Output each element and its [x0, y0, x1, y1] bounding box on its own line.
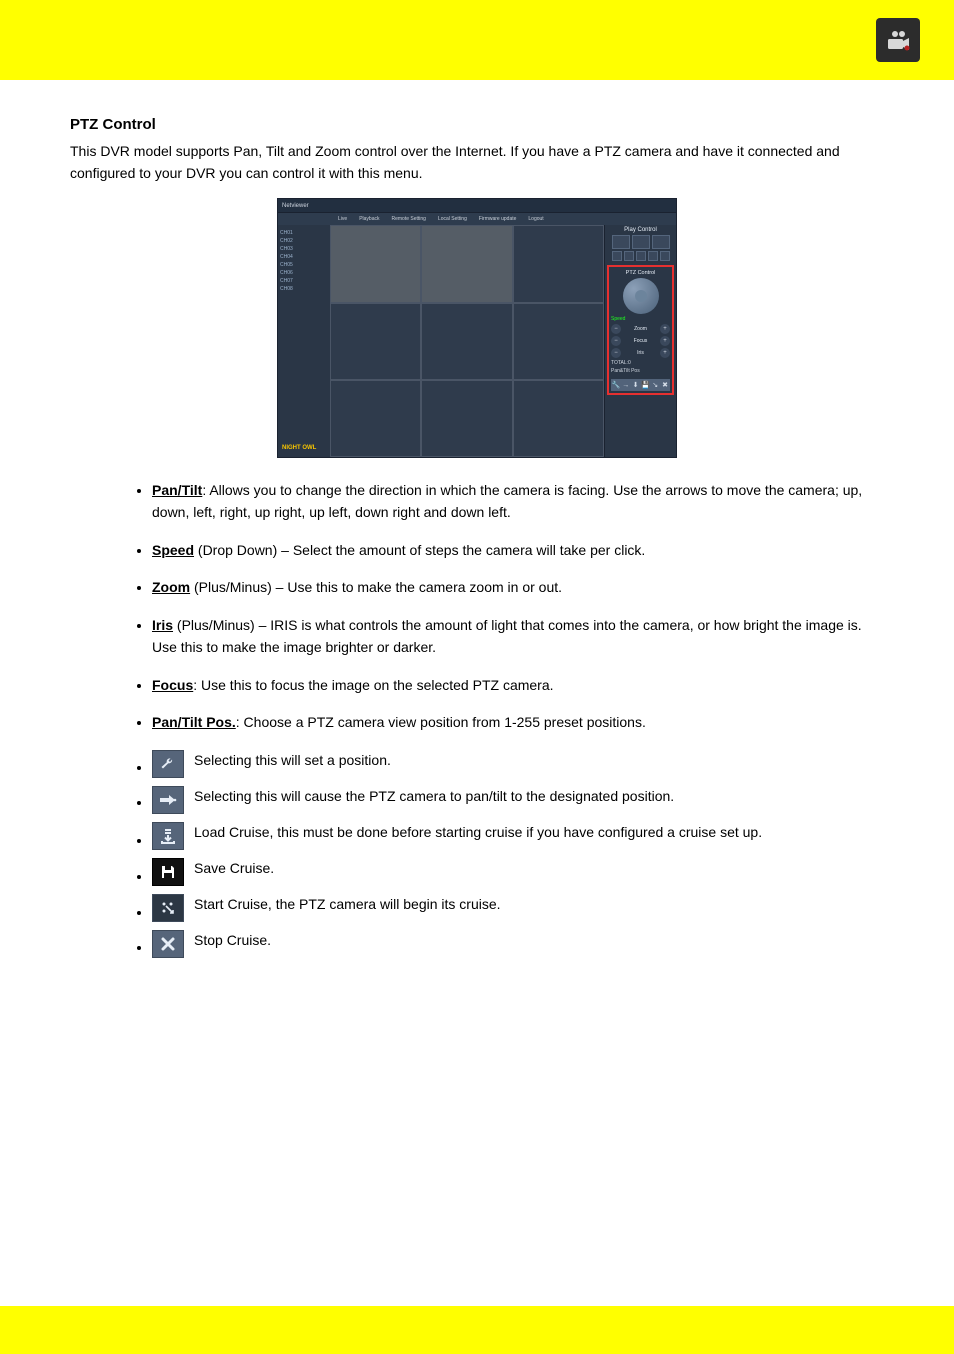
grid-cell	[513, 225, 604, 302]
section-paragraph: This DVR model supports Pan, Tilt and Zo…	[70, 141, 884, 184]
load-icon	[152, 822, 184, 850]
menu-local: Local Setting	[438, 216, 467, 222]
grid-cell	[330, 225, 421, 302]
icon-desc: Stop Cruise.	[194, 930, 884, 951]
icon-desc: Selecting this will set a position.	[194, 750, 884, 771]
ptz-control-highlight: PTZ Control Speed − Zoom + − Focus +	[607, 265, 674, 395]
play-buttons	[607, 235, 674, 249]
record-btn	[652, 235, 670, 249]
term-iris: Iris	[152, 617, 173, 633]
list-item: Start Cruise, the PTZ camera will begin …	[152, 894, 884, 922]
stop-cruise-icon: ✖	[660, 379, 670, 391]
menu-firmware: Firmware update	[479, 216, 517, 222]
start-cruise-icon: ↘	[650, 379, 660, 391]
feature-list: Pan/Tilt: Allows you to change the direc…	[70, 480, 884, 734]
icon-legend-list: Selecting this will set a position. Sele…	[70, 750, 884, 958]
list-item: Selecting this will cause the PTZ camera…	[152, 786, 884, 814]
goto-icon	[152, 786, 184, 814]
camera-grid	[330, 225, 604, 457]
wrench-icon	[152, 750, 184, 778]
play-control-label: Play Control	[607, 227, 674, 233]
ptz-btm-icons: 🔧 → ⬇ 💾 ↘ ✖	[611, 379, 670, 391]
top-banner	[0, 0, 954, 80]
list-item: Save Cruise.	[152, 858, 884, 886]
icon-desc: Load Cruise, this must be done before st…	[194, 822, 884, 843]
bottom-banner	[0, 1306, 954, 1354]
plus-icon: +	[660, 348, 670, 358]
menu-bar: Live Playback Remote Setting Local Setti…	[278, 213, 676, 225]
play-btn	[612, 235, 630, 249]
list-item: Focus: Use this to focus the image on th…	[152, 675, 884, 697]
night-owl-logo: NIGHT OWL	[282, 445, 316, 451]
menu-live: Live	[338, 216, 347, 222]
grid-cell	[513, 380, 604, 457]
right-panel: Play Control PTZ Control	[604, 225, 676, 457]
term-zoom: Zoom	[152, 579, 190, 595]
plus-icon: +	[660, 336, 670, 346]
list-item: Load Cruise, this must be done before st…	[152, 822, 884, 850]
snapshot-btn	[632, 235, 650, 249]
minus-icon: −	[611, 324, 621, 334]
grid-cell	[421, 380, 512, 457]
total-label: TOTAL:0	[611, 360, 670, 366]
wrench-icon: 🔧	[611, 379, 621, 391]
icon-desc: Selecting this will cause the PTZ camera…	[194, 786, 884, 807]
zoom-row: − Zoom +	[611, 324, 670, 334]
list-item: Pan/Tilt Pos.: Choose a PTZ camera view …	[152, 712, 884, 734]
grid-cell	[330, 380, 421, 457]
ptz-direction-pad	[623, 278, 659, 314]
plus-icon: +	[660, 324, 670, 334]
goto-icon: →	[621, 379, 631, 391]
term-pan-tilt: Pan/Tilt	[152, 482, 202, 498]
list-item: Iris (Plus/Minus) – IRIS is what control…	[152, 615, 884, 658]
window-title: Netviewer	[278, 199, 676, 213]
list-item: Pan/Tilt: Allows you to change the direc…	[152, 480, 884, 523]
icon-desc: Start Cruise, the PTZ camera will begin …	[194, 894, 884, 915]
list-item: Stop Cruise.	[152, 930, 884, 958]
start-cruise-icon	[152, 894, 184, 922]
grid-cell	[421, 225, 512, 302]
minus-icon: −	[611, 348, 621, 358]
menu-logout: Logout	[528, 216, 543, 222]
term-speed: Speed	[152, 542, 194, 558]
save-icon: 💾	[640, 379, 650, 391]
load-icon: ⬇	[631, 379, 641, 391]
view-buttons	[607, 251, 674, 261]
netviewer-screenshot: Netviewer Live Playback Remote Setting L…	[277, 198, 677, 458]
grid-cell	[421, 303, 512, 380]
list-item: Selecting this will set a position.	[152, 750, 884, 778]
list-item: Zoom (Plus/Minus) – Use this to make the…	[152, 577, 884, 599]
focus-row: − Focus +	[611, 336, 670, 346]
minus-icon: −	[611, 336, 621, 346]
list-item: Speed (Drop Down) – Select the amount of…	[152, 540, 884, 562]
page-content: PTZ Control This DVR model supports Pan,…	[0, 80, 954, 958]
menu-playback: Playback	[359, 216, 379, 222]
term-pt-pos: Pan/Tilt Pos.	[152, 714, 236, 730]
speed-label: Speed	[611, 316, 670, 322]
channel-sidebar: CH01 CH02 CH03 CH04 CH05 CH06 CH07 CH08 …	[278, 225, 330, 457]
icon-desc: Save Cruise.	[194, 858, 884, 879]
iris-row: − Iris +	[611, 348, 670, 358]
pan-tilt-pos-label: Pan&Tilt Pos	[611, 368, 670, 374]
save-icon	[152, 858, 184, 886]
grid-cell	[330, 303, 421, 380]
grid-cell	[513, 303, 604, 380]
screenshot-figure: Netviewer Live Playback Remote Setting L…	[70, 198, 884, 458]
camera-app-icon	[876, 18, 920, 62]
menu-remote: Remote Setting	[391, 216, 425, 222]
stop-cruise-icon	[152, 930, 184, 958]
section-heading: PTZ Control	[70, 116, 884, 133]
ptz-control-label: PTZ Control	[611, 270, 670, 276]
term-focus: Focus	[152, 677, 193, 693]
